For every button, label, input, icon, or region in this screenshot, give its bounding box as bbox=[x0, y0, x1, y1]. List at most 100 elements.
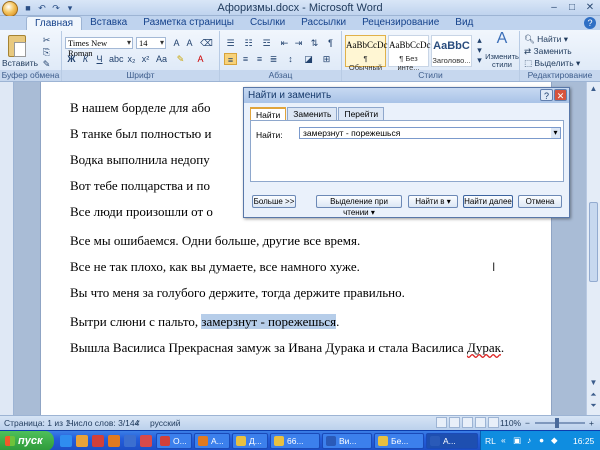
find-next-button[interactable]: Найти далее bbox=[463, 195, 513, 208]
more-button[interactable]: Больше >> bbox=[252, 195, 296, 208]
show-marks-icon[interactable]: ¶ bbox=[324, 37, 337, 49]
close-window-button[interactable]: ✕ bbox=[582, 1, 598, 14]
numbering-icon[interactable]: ☷ bbox=[242, 37, 255, 49]
word-count[interactable]: Число слов: 3/144 bbox=[68, 418, 139, 428]
opera-icon[interactable] bbox=[92, 435, 104, 447]
zoom-out-icon[interactable]: − bbox=[525, 418, 530, 428]
show-desktop-icon[interactable] bbox=[60, 435, 72, 447]
change-styles-label[interactable]: Изменить стили bbox=[484, 53, 520, 69]
document-line-2[interactable]: В танке был полностью и bbox=[70, 126, 211, 142]
draft-icon[interactable] bbox=[488, 417, 499, 428]
change-styles-icon[interactable]: A bbox=[493, 31, 511, 51]
format-painter-icon[interactable]: ✎ bbox=[40, 58, 53, 70]
outline-icon[interactable] bbox=[475, 417, 486, 428]
minimize-button[interactable]: – bbox=[546, 1, 562, 14]
language-indicator[interactable]: русский bbox=[150, 418, 181, 428]
find-what-input[interactable]: замерзнут - порежешься bbox=[299, 127, 561, 139]
paste-button-label[interactable]: Вставить bbox=[2, 58, 38, 68]
maximize-button[interactable]: □ bbox=[564, 1, 580, 14]
font-size-combo[interactable]: 14 bbox=[136, 37, 166, 49]
document-line-4[interactable]: Вот тебе полцарства и по bbox=[70, 178, 210, 194]
quicklaunch-app-icon[interactable] bbox=[140, 435, 152, 447]
dialog-help-button[interactable]: ? bbox=[540, 89, 553, 101]
decrease-indent-icon[interactable]: ⇤ bbox=[278, 37, 291, 49]
document-line-10[interactable]: Вышла Василиса Прекрасная замуж за Ивана… bbox=[70, 340, 504, 356]
shading-icon[interactable]: ◪ bbox=[302, 53, 315, 65]
cut-icon[interactable]: ✂ bbox=[40, 34, 53, 46]
task-button-word[interactable]: А... bbox=[426, 433, 478, 449]
document-line-7[interactable]: Все не так плохо, как вы думаете, все на… bbox=[70, 259, 360, 275]
strikethrough-icon[interactable]: abc bbox=[109, 53, 124, 65]
bold-button[interactable]: Ж bbox=[65, 53, 78, 65]
style-heading[interactable]: AaBbC Заголово... bbox=[431, 35, 472, 67]
copy-icon[interactable]: ⎘ bbox=[40, 46, 53, 58]
tray-network-icon[interactable]: ▣ bbox=[513, 435, 521, 446]
zoom-in-icon[interactable]: + bbox=[589, 418, 594, 428]
increase-indent-icon[interactable]: ⇥ bbox=[292, 37, 305, 49]
cancel-button[interactable]: Отмена bbox=[518, 195, 562, 208]
italic-button[interactable]: К bbox=[79, 53, 92, 65]
style-normal[interactable]: AaBbCcDc ¶ Обычный bbox=[345, 35, 388, 72]
document-line-3[interactable]: Водка выполнила недопу bbox=[70, 152, 210, 168]
vertical-scrollbar[interactable]: ▲ ▼ ⏶ ⏷ bbox=[586, 82, 600, 415]
tab-home[interactable]: Главная bbox=[26, 16, 83, 30]
tray-app-icon[interactable]: ● bbox=[539, 435, 544, 445]
scroll-thumb[interactable] bbox=[589, 202, 598, 282]
page-indicator[interactable]: Страница: 1 из 1 bbox=[4, 418, 70, 428]
tray-antivirus-icon[interactable]: ◆ bbox=[551, 435, 558, 446]
tab-references[interactable]: Ссылки bbox=[242, 16, 293, 30]
shrink-font-icon[interactable]: A bbox=[183, 37, 196, 49]
dialog-tab-replace[interactable]: Заменить bbox=[287, 107, 338, 121]
underline-button[interactable]: Ч bbox=[93, 53, 106, 65]
replace-button[interactable]: ⇄ Заменить bbox=[524, 46, 572, 57]
document-line-1[interactable]: В нашем борделе для або bbox=[70, 100, 210, 116]
firefox-icon[interactable] bbox=[108, 435, 120, 447]
tab-mailings[interactable]: Рассылки bbox=[293, 16, 354, 30]
align-right-icon[interactable]: ≡ bbox=[253, 53, 266, 65]
align-left-icon[interactable]: ≡ bbox=[224, 53, 237, 65]
grow-font-icon[interactable]: A bbox=[170, 37, 183, 49]
full-screen-reading-icon[interactable] bbox=[449, 417, 460, 428]
font-color-icon[interactable]: A bbox=[194, 53, 207, 65]
select-button[interactable]: ⬚ Выделить ▾ bbox=[524, 58, 580, 69]
ie-icon[interactable] bbox=[124, 435, 136, 447]
style-no-spacing[interactable]: AaBbCcDc ¶ Без инте... bbox=[388, 35, 431, 72]
help-icon[interactable]: ? bbox=[584, 17, 596, 29]
language-bar[interactable]: RL bbox=[485, 436, 496, 446]
document-line-6[interactable]: Все мы ошибаемся. Одни больше, другие вс… bbox=[70, 233, 360, 249]
multilevel-list-icon[interactable]: ☲ bbox=[260, 37, 273, 49]
align-center-icon[interactable]: ≡ bbox=[239, 53, 252, 65]
tray-volume-icon[interactable]: ♪ bbox=[527, 435, 531, 445]
scroll-down-icon[interactable]: ▼ bbox=[588, 378, 599, 389]
task-button-1[interactable]: О... bbox=[156, 433, 192, 449]
document-line-5[interactable]: Все люди произошли от о bbox=[70, 204, 213, 220]
next-page-icon[interactable]: ⏷ bbox=[588, 401, 599, 412]
sort-icon[interactable]: ⇅ bbox=[308, 37, 321, 49]
find-in-button[interactable]: Найти в ▾ bbox=[408, 195, 458, 208]
paste-icon[interactable] bbox=[8, 35, 26, 57]
tab-view[interactable]: Вид bbox=[447, 16, 481, 30]
start-button[interactable]: пуск bbox=[0, 431, 54, 450]
task-button-2[interactable]: А... bbox=[194, 433, 230, 449]
clock[interactable]: 16:25 bbox=[573, 436, 594, 446]
document-line-8[interactable]: Вы что меня за голубого держите, тогда д… bbox=[70, 285, 405, 301]
task-button-3[interactable]: Д... bbox=[232, 433, 268, 449]
subscript-icon[interactable]: x₂ bbox=[125, 53, 138, 65]
print-layout-icon[interactable] bbox=[436, 417, 447, 428]
line-spacing-icon[interactable]: ↕ bbox=[284, 53, 297, 65]
explorer-icon[interactable] bbox=[76, 435, 88, 447]
find-button[interactable]: 🔍︎ Найти ▾ bbox=[524, 34, 568, 45]
zoom-level[interactable]: 110% bbox=[500, 418, 521, 428]
font-name-combo[interactable]: Times New Roman bbox=[65, 37, 133, 58]
spelling-error[interactable]: Дурак bbox=[467, 340, 501, 355]
web-layout-icon[interactable] bbox=[462, 417, 473, 428]
previous-page-icon[interactable]: ⏶ bbox=[588, 390, 599, 401]
task-button-5[interactable]: Ви... bbox=[322, 433, 372, 449]
document-line-9[interactable]: Вытри слюни с пальто, замерзнут - пореже… bbox=[70, 314, 339, 330]
change-case-icon[interactable]: Aa bbox=[155, 53, 168, 65]
bullets-icon[interactable]: ☰ bbox=[224, 37, 237, 49]
justify-icon[interactable]: ≣ bbox=[267, 53, 280, 65]
tab-review[interactable]: Рецензирование bbox=[354, 16, 447, 30]
superscript-icon[interactable]: x² bbox=[139, 53, 152, 65]
dialog-tab-find[interactable]: Найти bbox=[250, 107, 287, 121]
